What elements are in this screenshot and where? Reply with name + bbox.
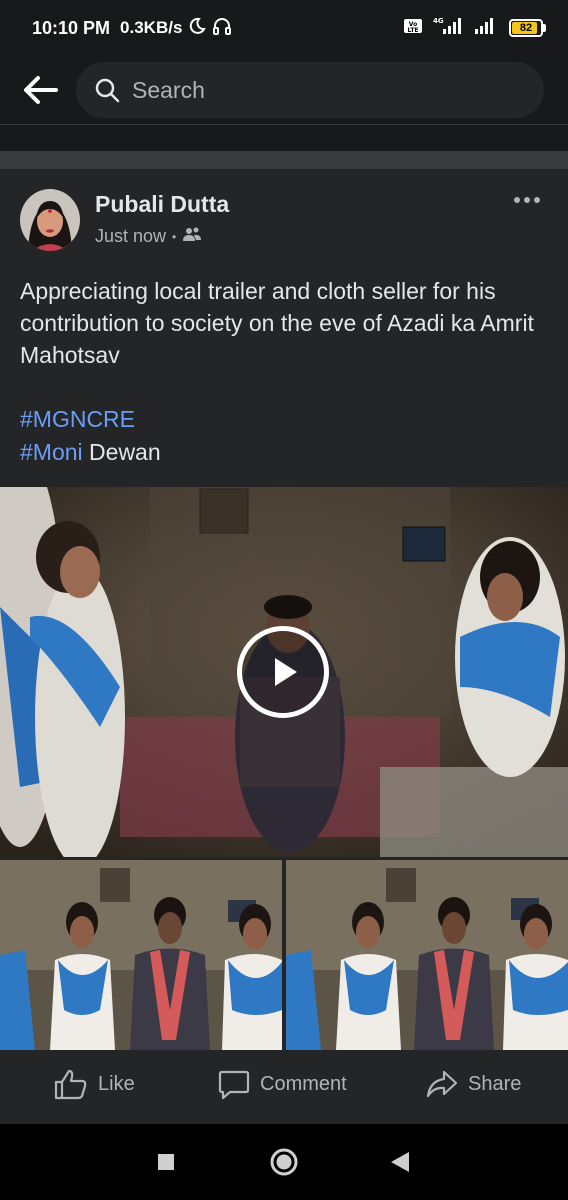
meta-separator: •: [172, 229, 177, 244]
like-button[interactable]: Like: [54, 1068, 135, 1100]
headphones-icon: [212, 17, 232, 40]
search-icon: [95, 78, 120, 103]
battery-level: 82: [519, 22, 533, 34]
post-card: Pubali Dutta Just now • Appreciating loc…: [0, 169, 568, 1124]
share-icon: [426, 1070, 458, 1098]
search-input[interactable]: Search: [76, 62, 544, 118]
photo-thumbnail[interactable]: [286, 860, 568, 1050]
thumbs-up-icon: [54, 1069, 87, 1100]
signal-4g-icon: 4G: [431, 16, 465, 41]
battery-icon: 82: [509, 19, 546, 37]
hashtag-line: #MGNCRE: [20, 403, 161, 436]
share-button[interactable]: Share: [426, 1068, 521, 1100]
comment-icon: [218, 1070, 250, 1100]
photo-image: [286, 860, 568, 1050]
home-circle-icon: [270, 1148, 298, 1176]
like-label: Like: [98, 1072, 135, 1095]
comment-label: Comment: [260, 1072, 347, 1095]
photo-grid: [0, 860, 568, 1050]
post-actions: Like Comment Share: [0, 1050, 568, 1124]
status-time: 10:10 PM: [32, 17, 111, 38]
home-button[interactable]: [266, 1144, 302, 1180]
share-label: Share: [468, 1072, 522, 1095]
post-text: Appreciating local trailer and cloth sel…: [20, 278, 534, 368]
search-placeholder: Search: [132, 76, 205, 103]
post-author[interactable]: Pubali Dutta: [95, 191, 229, 218]
hashtag-line: #Moni Dewan: [20, 436, 161, 469]
post-media: [0, 487, 568, 1050]
volte-icon: Vo LTE: [403, 17, 423, 40]
svg-text:LTE: LTE: [407, 27, 418, 34]
arrow-left-icon: [24, 76, 58, 104]
post-timestamp[interactable]: Just now: [95, 226, 166, 247]
more-options-button[interactable]: [514, 197, 540, 203]
more-dot: [514, 197, 520, 203]
triangle-back-icon: [391, 1152, 409, 1172]
status-bar: 10:10 PM 0.3KB/s Vo LTE 4G 82: [0, 0, 568, 56]
photo-image: [0, 860, 282, 1050]
top-bar: Search: [0, 56, 568, 124]
back-nav-button[interactable]: [382, 1144, 418, 1180]
hashtag-link[interactable]: #MGNCRE: [20, 406, 135, 432]
recent-apps-button[interactable]: [148, 1144, 184, 1180]
comment-button[interactable]: Comment: [218, 1068, 347, 1100]
network-speed: 0.3KB/s: [120, 18, 183, 37]
hashtag-link[interactable]: #Moni: [20, 439, 83, 465]
hashtag-suffix: Dewan: [82, 439, 161, 465]
friends-icon: [182, 226, 202, 247]
system-navigation-bar: [0, 1124, 568, 1200]
play-icon: [275, 658, 297, 686]
moon-icon: [188, 17, 207, 40]
post-header: Pubali Dutta Just now •: [20, 189, 550, 253]
square-icon: [158, 1154, 174, 1170]
svg-text:4G: 4G: [433, 17, 444, 25]
play-button[interactable]: [237, 626, 329, 718]
video-player[interactable]: [0, 487, 568, 857]
post-meta: Just now •: [95, 226, 202, 247]
divider: [0, 124, 568, 125]
feed-separator: [0, 151, 568, 169]
photo-thumbnail[interactable]: [0, 860, 282, 1050]
post-hashtags: #MGNCRE #Moni Dewan: [20, 403, 161, 469]
back-button[interactable]: [18, 68, 62, 112]
signal-icon: [473, 16, 501, 41]
avatar[interactable]: [20, 189, 80, 251]
